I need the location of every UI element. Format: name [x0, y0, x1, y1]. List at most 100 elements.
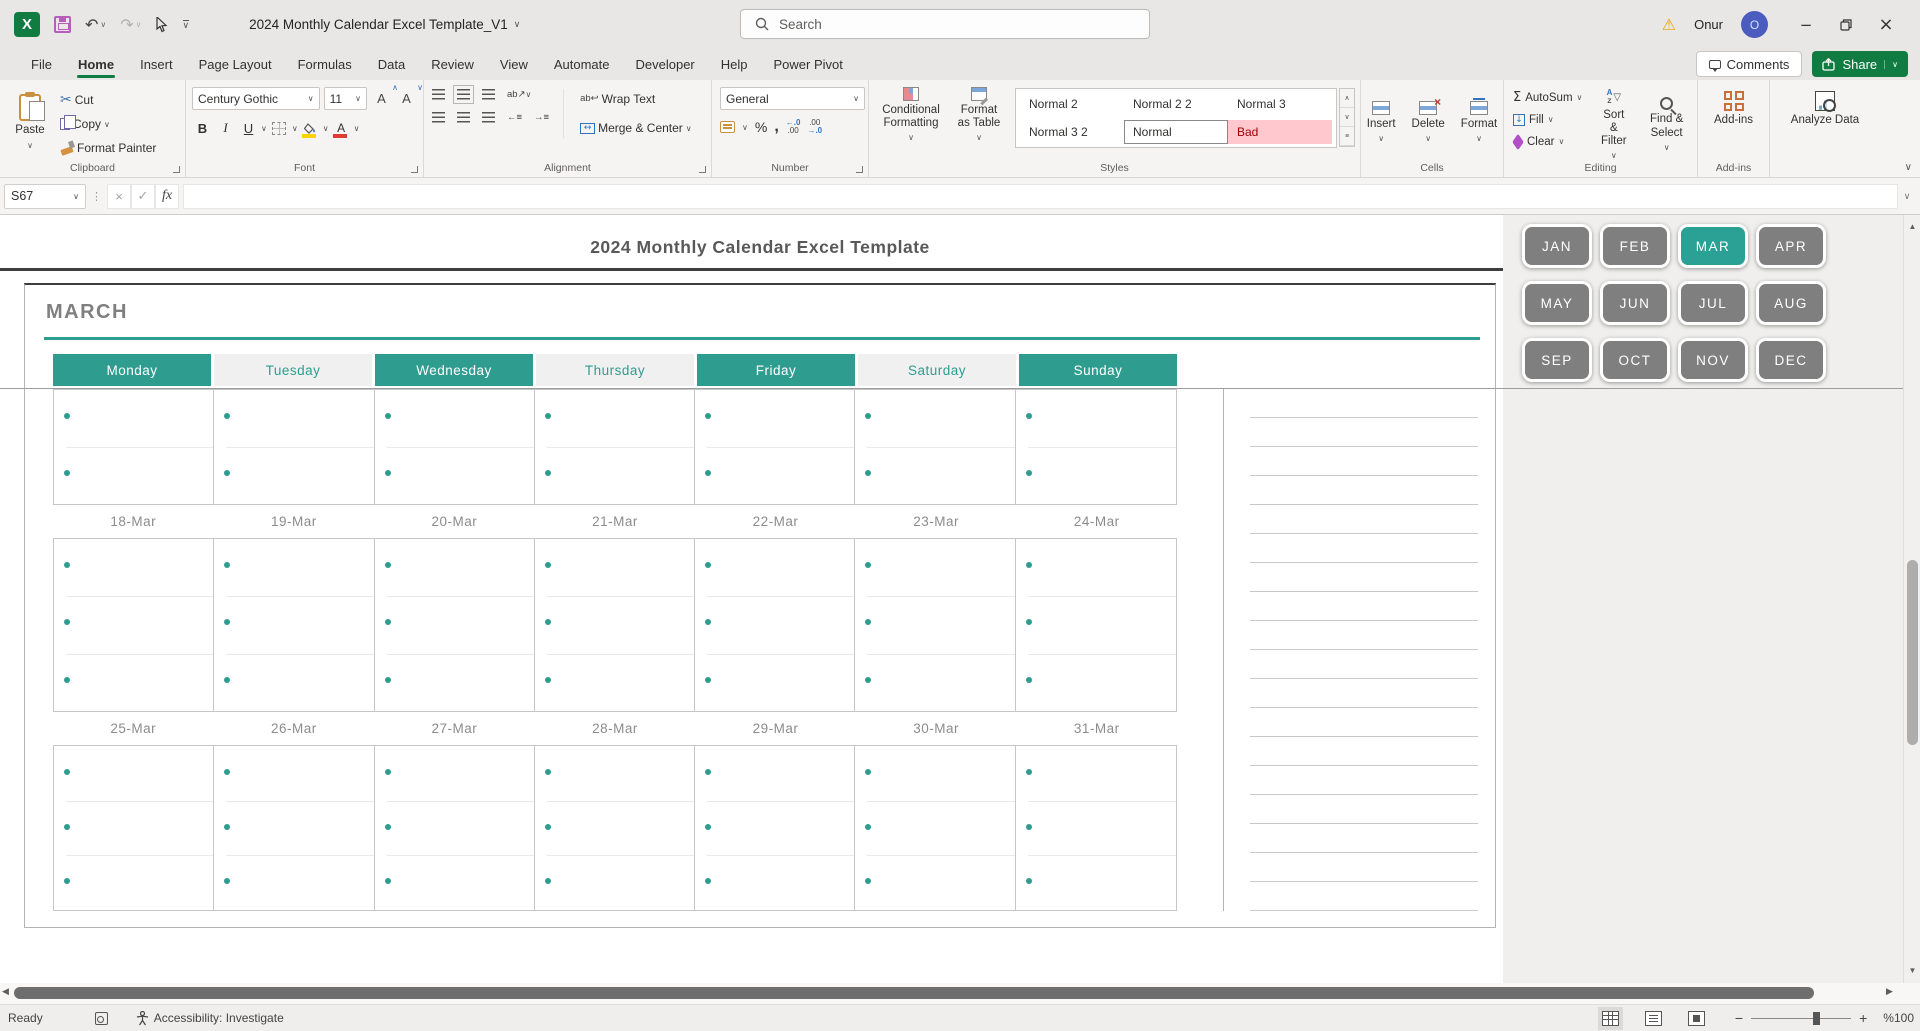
month-button-aug[interactable]: AUG — [1756, 281, 1826, 325]
calendar-note-cell[interactable] — [855, 447, 1016, 504]
tab-file[interactable]: File — [18, 51, 65, 80]
align-right-button[interactable] — [482, 112, 495, 123]
calendar-note-cell[interactable] — [695, 746, 856, 801]
pointer-mode-button[interactable] — [155, 16, 169, 33]
minimize-button[interactable]: − — [1786, 5, 1826, 45]
font-color-button[interactable]: A — [331, 117, 352, 139]
calendar-note-cell[interactable] — [695, 653, 856, 711]
bold-button[interactable]: B — [192, 117, 213, 139]
redo-button[interactable]: ↷ ∨ — [120, 15, 141, 34]
month-button-jul[interactable]: JUL — [1678, 281, 1748, 325]
calendar-note-cell[interactable] — [695, 800, 856, 856]
tab-review[interactable]: Review — [418, 51, 487, 80]
increase-font-button[interactable]: A ∧ — [371, 83, 398, 109]
zoom-slider[interactable] — [1751, 1011, 1852, 1025]
calendar-note-cell[interactable] — [54, 596, 215, 654]
align-middle-button[interactable] — [453, 85, 474, 104]
customize-qat-icon[interactable]: ∨ — [182, 20, 190, 30]
zoom-level[interactable]: %100 — [1883, 1011, 1914, 1025]
calendar-note-cell[interactable] — [855, 855, 1016, 910]
style-normal-2-2[interactable]: Normal 2 2 — [1124, 92, 1228, 116]
accessibility-status[interactable]: Accessibility: Investigate — [136, 1010, 284, 1026]
gallery-more-icon[interactable]: ≡ — [1340, 127, 1354, 146]
calendar-note-cell[interactable] — [375, 390, 535, 447]
calendar-note-cell[interactable] — [54, 539, 215, 597]
calendar-note-cell[interactable] — [214, 539, 375, 597]
month-button-jun[interactable]: JUN — [1600, 281, 1670, 325]
copy-button[interactable]: Copy ∨ — [56, 113, 160, 135]
increase-decimal-button[interactable]: ←.0.00 — [786, 118, 801, 136]
align-left-button[interactable] — [432, 112, 445, 123]
calendar-note-cell[interactable] — [375, 800, 535, 856]
calendar-note-cell[interactable] — [855, 596, 1016, 654]
calendar-note-cell[interactable] — [535, 800, 696, 856]
warning-icon[interactable]: ⚠ — [1662, 15, 1676, 34]
orientation-button[interactable]: ab↗∨ — [507, 90, 531, 100]
cancel-entry-button[interactable]: × — [107, 183, 131, 209]
month-button-nov[interactable]: NOV — [1678, 338, 1748, 382]
calendar-note-cell[interactable] — [1016, 447, 1177, 504]
font-size-select[interactable]: 11 ∨ — [323, 87, 367, 110]
calendar-note-cell[interactable] — [214, 447, 375, 504]
calendar-note-cell[interactable] — [695, 596, 856, 654]
calendar-note-cell[interactable] — [375, 653, 535, 711]
calendar-note-cell[interactable] — [535, 596, 696, 654]
merge-center-button[interactable]: ↔ Merge & Center ∨ — [576, 118, 696, 138]
style-normal-3-2[interactable]: Normal 3 2 — [1020, 120, 1124, 144]
calendar-note-cell[interactable] — [375, 596, 535, 654]
scroll-right-icon[interactable]: ▶ — [1886, 986, 1893, 997]
calendar-note-cell[interactable] — [695, 447, 856, 504]
close-button[interactable]: × — [1866, 5, 1906, 45]
gallery-down-icon[interactable]: ∨ — [1340, 108, 1354, 127]
align-top-button[interactable] — [432, 89, 445, 100]
calendar-note-cell[interactable] — [54, 447, 215, 504]
tab-data[interactable]: Data — [365, 51, 418, 80]
calendar-note-cell[interactable] — [855, 746, 1016, 801]
format-painter-button[interactable]: Format Painter — [56, 137, 160, 159]
normal-view-button[interactable] — [1597, 1006, 1623, 1030]
format-as-table-button[interactable]: Format as Table ∨ — [949, 85, 1009, 145]
tab-view[interactable]: View — [487, 51, 541, 80]
clipboard-dialog-launcher[interactable] — [173, 166, 180, 173]
collapse-ribbon-icon[interactable]: ∨ — [1905, 162, 1912, 173]
format-cells-button[interactable]: Format ∨ — [1454, 85, 1504, 159]
calendar-note-cell[interactable] — [695, 855, 856, 910]
calendar-note-cell[interactable] — [214, 800, 375, 856]
page-layout-view-button[interactable] — [1644, 1010, 1662, 1026]
name-box[interactable]: S67 ∨ — [4, 183, 86, 209]
insert-cells-button[interactable]: Insert ∨ — [1360, 85, 1403, 159]
autosum-button[interactable]: Σ AutoSum ∨ — [1510, 87, 1585, 108]
scroll-left-icon[interactable]: ◀ — [2, 986, 9, 997]
increase-indent-button[interactable]: →≡ — [534, 113, 549, 123]
vertical-scrollbar[interactable]: ▲ ▼ — [1903, 215, 1920, 983]
calendar-note-cell[interactable] — [375, 855, 535, 910]
search-box[interactable]: Search — [740, 9, 1150, 39]
calendar-note-cell[interactable] — [535, 855, 696, 910]
horizontal-scroll-thumb[interactable] — [14, 987, 1814, 999]
calendar-note-cell[interactable] — [54, 390, 215, 447]
insert-function-button[interactable]: fx — [155, 183, 179, 209]
calendar-note-cell[interactable] — [1016, 800, 1177, 856]
gallery-up-icon[interactable]: ∧ — [1340, 89, 1354, 108]
tab-developer[interactable]: Developer — [623, 51, 708, 80]
paste-button[interactable]: Paste ∨ — [4, 85, 56, 159]
calendar-note-cell[interactable] — [695, 390, 856, 447]
calendar-note-cell[interactable] — [695, 539, 856, 597]
analyze-data-button[interactable]: Analyze Data — [1783, 89, 1867, 129]
month-button-feb[interactable]: FEB — [1600, 224, 1670, 268]
calendar-note-cell[interactable] — [535, 447, 696, 504]
calendar-note-cell[interactable] — [214, 855, 375, 910]
number-format-select[interactable]: General ∨ — [720, 87, 865, 110]
calendar-note-cell[interactable] — [214, 596, 375, 654]
alignment-dialog-launcher[interactable] — [699, 166, 706, 173]
calendar-note-cell[interactable] — [54, 855, 215, 910]
calendar-note-cell[interactable] — [535, 653, 696, 711]
calendar-note-cell[interactable] — [535, 746, 696, 801]
calendar-note-cell[interactable] — [1016, 855, 1177, 910]
notes-ruled-lines[interactable] — [1250, 389, 1478, 912]
share-button[interactable]: Share ∨ — [1812, 51, 1908, 77]
calendar-note-cell[interactable] — [1016, 653, 1177, 711]
tab-formulas[interactable]: Formulas — [285, 51, 365, 80]
align-center-button[interactable] — [457, 112, 470, 123]
find-select-button[interactable]: Find & Select ∨ — [1642, 87, 1691, 163]
